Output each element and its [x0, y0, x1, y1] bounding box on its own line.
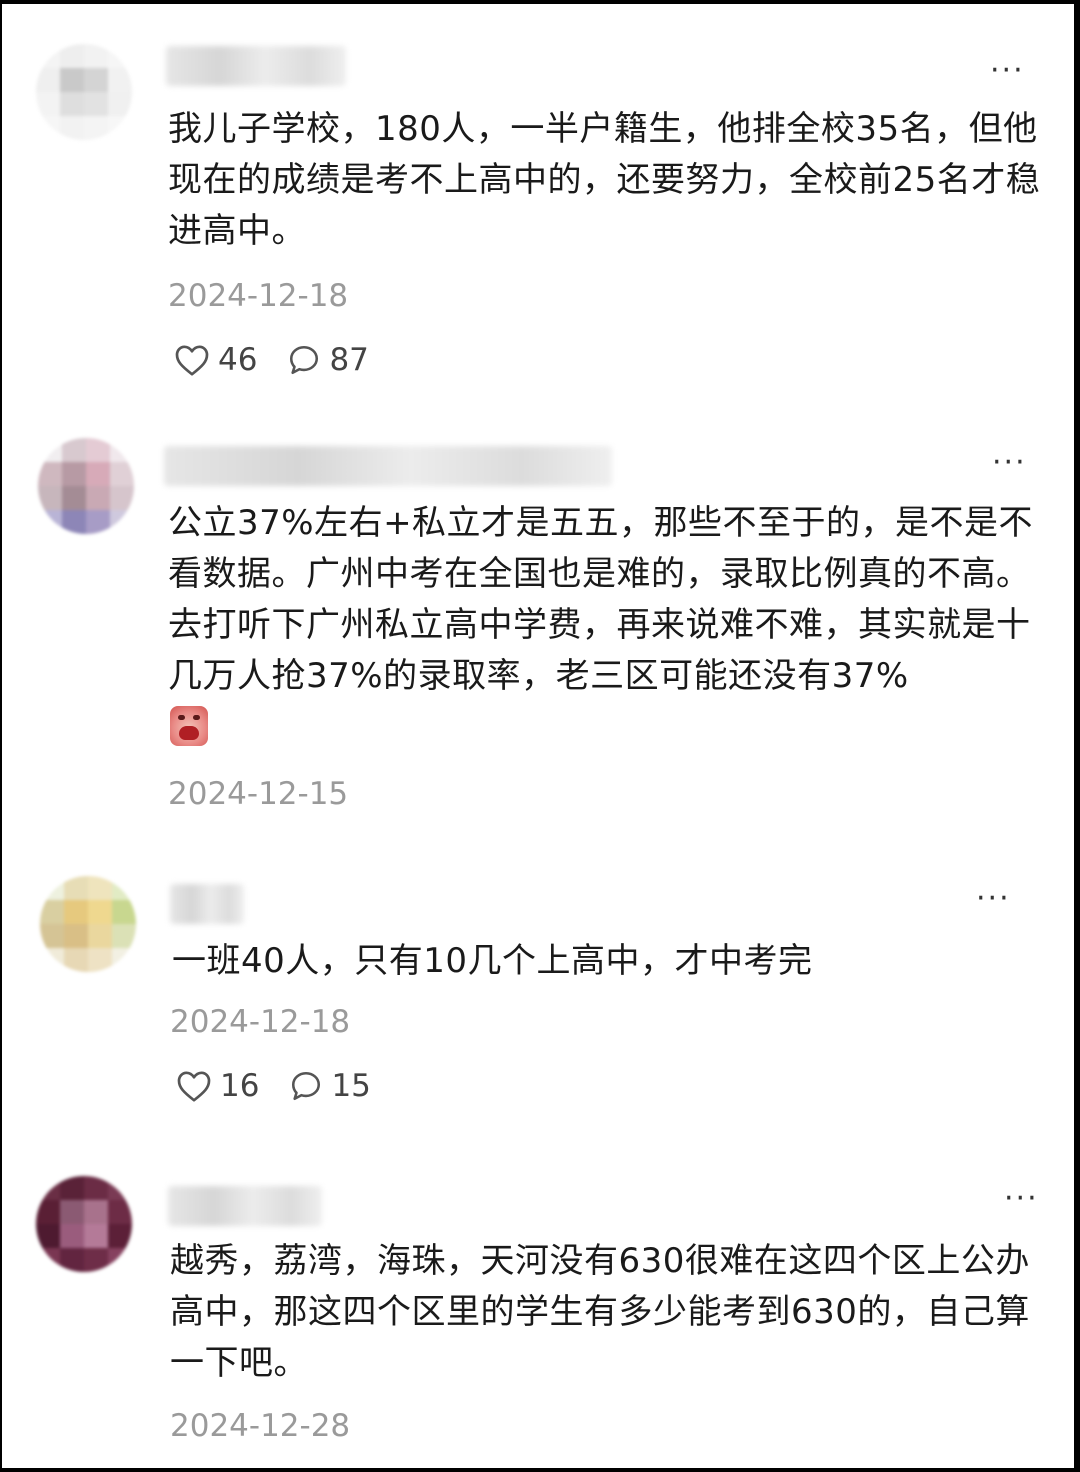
avatar[interactable]	[36, 1176, 132, 1272]
comment-text: 公立37%左右+私立才是五五，那些不至于的，是不是不看数据。广州中考在全国也是难…	[168, 503, 1034, 696]
more-dots-icon[interactable]: ···	[976, 884, 1011, 914]
avatar[interactable]	[38, 438, 134, 534]
comment-date: 2024-12-28	[170, 1408, 351, 1444]
like-count: 16	[220, 1068, 260, 1104]
comment-date: 2024-12-18	[168, 278, 349, 314]
like-count: 46	[218, 342, 258, 378]
heart-outline-icon	[175, 345, 209, 376]
comment-date: 2024-12-15	[168, 776, 349, 812]
comment-list: ··· 我儿子学校，180人，一半户籍生，他排全校35名，但他现在的成绩是考不上…	[2, 4, 1074, 1468]
heart-outline-icon	[177, 1071, 211, 1102]
avatar[interactable]	[36, 44, 132, 140]
like-button[interactable]: 46	[174, 342, 257, 378]
reply-count: 15	[331, 1068, 371, 1104]
comment-text: 越秀，荔湾，海珠，天河没有630很难在这四个区上公办高中，那这四个区里的学生有多…	[170, 1241, 1030, 1383]
speech-bubble-icon	[290, 345, 319, 375]
comment-actions: 46 87	[174, 340, 399, 380]
comment-text: 一班40人，只有10几个上高中，才中考完	[172, 941, 813, 981]
reply-count: 87	[329, 342, 369, 378]
username-redacted[interactable]	[168, 1186, 322, 1226]
username-redacted[interactable]	[164, 446, 612, 486]
avatar[interactable]	[40, 876, 136, 972]
more-dots-icon[interactable]: ···	[1004, 1184, 1039, 1214]
more-dots-icon[interactable]: ···	[990, 56, 1025, 86]
crying-face-emoji	[170, 706, 208, 746]
comment-actions: 16 15	[176, 1066, 401, 1106]
username-redacted[interactable]	[166, 46, 346, 86]
speech-bubble-icon	[292, 1071, 321, 1101]
comment-text: 我儿子学校，180人，一半户籍生，他排全校35名，但他现在的成绩是考不上高中的，…	[168, 109, 1041, 251]
username-redacted[interactable]	[170, 884, 244, 924]
like-button[interactable]: 16	[176, 1068, 259, 1104]
reply-button[interactable]: 87	[287, 342, 369, 378]
more-dots-icon[interactable]: ···	[992, 448, 1027, 478]
comment-date: 2024-12-18	[170, 1004, 351, 1040]
reply-button[interactable]: 15	[289, 1068, 371, 1104]
